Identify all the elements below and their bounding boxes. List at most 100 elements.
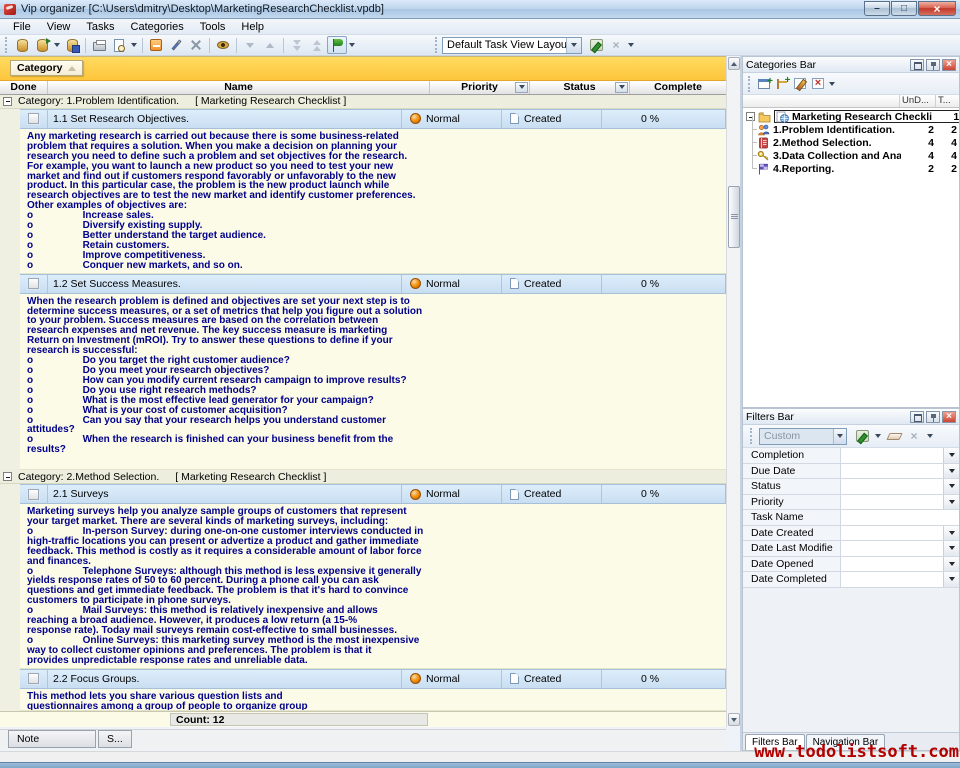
filter-value-input[interactable] — [841, 464, 943, 479]
menu-help[interactable]: Help — [234, 20, 271, 34]
filter-value-input[interactable] — [841, 510, 959, 525]
panel-pin-button[interactable] — [926, 411, 940, 423]
print-dropdown-caret-icon[interactable] — [131, 43, 137, 47]
filter-value-input[interactable] — [841, 495, 943, 510]
new-task-button[interactable] — [146, 36, 166, 54]
column-header-status[interactable]: Status — [530, 81, 630, 94]
filter-dropdown-button[interactable] — [943, 526, 959, 541]
delete-task-button[interactable] — [186, 36, 206, 54]
task-row[interactable]: 2.1 Surveys Normal Created 0 % — [20, 484, 726, 504]
task-row[interactable]: 1.1 Set Research Objectives. Normal Crea… — [20, 109, 726, 129]
tree-root-row[interactable]: Marketing Research Checkli 12 12 — [743, 110, 959, 123]
collapse-group-icon[interactable] — [3, 472, 12, 481]
filter-dropdown-button[interactable] — [943, 479, 959, 494]
menu-categories[interactable]: Categories — [124, 20, 191, 34]
minimize-button[interactable] — [864, 1, 890, 16]
tree-category-row[interactable]: 3.Data Collection and Analy 4 4 — [743, 149, 959, 162]
new-database-button[interactable] — [12, 36, 32, 54]
delete-category-button[interactable] — [809, 76, 827, 92]
column-header-done[interactable]: Done — [0, 81, 48, 94]
delete-layout-button[interactable]: × — [606, 36, 626, 54]
category-group-row[interactable]: Category: 2.Method Selection. [ Marketin… — [0, 470, 726, 484]
filter-value-input[interactable] — [841, 572, 943, 587]
panel-close-button[interactable] — [942, 59, 956, 71]
collapse-tree-icon[interactable] — [746, 112, 755, 121]
task-row[interactable]: 1.2 Set Success Measures. Normal Created… — [20, 274, 726, 294]
filter-preset-combo[interactable]: Custom — [759, 428, 847, 445]
edit-task-button[interactable] — [166, 36, 186, 54]
filter-dropdown-button[interactable] — [943, 557, 959, 572]
menu-tasks[interactable]: Tasks — [79, 20, 121, 34]
task-done-checkbox[interactable] — [28, 278, 39, 289]
status-filter-button[interactable] — [615, 82, 628, 93]
print-button[interactable] — [89, 36, 109, 54]
view-dropdown-caret-icon[interactable] — [349, 43, 355, 47]
tree-category-row[interactable]: 4.Reporting. 2 2 — [743, 162, 959, 175]
filter-dropdown-button[interactable] — [943, 572, 959, 587]
grid-vertical-scrollbar[interactable] — [726, 56, 740, 727]
new-task-list-button[interactable] — [755, 76, 773, 92]
move-down-button[interactable] — [240, 36, 260, 54]
tab-s[interactable]: S... — [98, 730, 132, 748]
group-by-category-button[interactable]: Category — [10, 60, 83, 76]
filter-value-input[interactable] — [841, 557, 943, 572]
filter-dropdown-button[interactable] — [943, 495, 959, 510]
panel-pin-button[interactable] — [926, 59, 940, 71]
panel-restore-button[interactable] — [910, 411, 924, 423]
edit-category-button[interactable] — [791, 76, 809, 92]
filter-dropdown-button[interactable] — [943, 541, 959, 556]
filter-value-input[interactable] — [841, 541, 943, 556]
scrollbar-thumb[interactable] — [728, 186, 740, 248]
filter-dropdown-button[interactable] — [943, 464, 959, 479]
task-row[interactable]: 2.2 Focus Groups. Normal Created 0 % — [20, 669, 726, 689]
save-database-button[interactable] — [62, 36, 82, 54]
save-filter-caret-icon[interactable] — [875, 434, 881, 438]
task-view-button[interactable] — [327, 36, 347, 54]
column-header-name[interactable]: Name — [48, 81, 430, 94]
layout-dropdown-caret-icon[interactable] — [628, 43, 634, 47]
filter-value-input[interactable] — [841, 526, 943, 541]
filters-toolbar-caret-icon[interactable] — [927, 434, 933, 438]
view-task-button[interactable] — [213, 36, 233, 54]
collapse-group-icon[interactable] — [3, 97, 12, 106]
open-database-button[interactable] — [32, 36, 52, 54]
save-filter-button[interactable] — [853, 428, 871, 444]
column-header-complete[interactable]: Complete — [630, 81, 726, 94]
tree-category-row[interactable]: 1.Problem Identification. 2 2 — [743, 123, 959, 136]
task-done-checkbox[interactable] — [28, 113, 39, 124]
save-layout-button[interactable] — [586, 36, 606, 54]
maximize-button[interactable] — [891, 1, 917, 16]
tab-note[interactable]: Note — [8, 730, 96, 748]
task-done-checkbox[interactable] — [28, 489, 39, 500]
tree-category-row[interactable]: 2.Method Selection. 4 4 — [743, 136, 959, 149]
task-name[interactable]: 2.2 Focus Groups. — [48, 670, 402, 688]
filter-value-input[interactable] — [841, 479, 943, 494]
task-name[interactable]: 2.1 Surveys — [48, 485, 402, 503]
delete-filter-button[interactable]: × — [905, 428, 923, 444]
task-done-checkbox[interactable] — [28, 673, 39, 684]
filter-dropdown-button[interactable] — [943, 448, 959, 463]
filter-preset-dropdown[interactable] — [833, 429, 846, 444]
scroll-up-button[interactable] — [728, 57, 740, 70]
task-name[interactable]: 1.2 Set Success Measures. — [48, 275, 402, 293]
scroll-down-button[interactable] — [728, 713, 740, 726]
filter-value-input[interactable] — [841, 448, 943, 463]
new-category-button[interactable] — [773, 76, 791, 92]
categories-toolbar-caret-icon[interactable] — [829, 82, 835, 86]
layout-combo-dropdown[interactable] — [566, 38, 581, 53]
print-preview-button[interactable] — [109, 36, 129, 54]
move-bottom-button[interactable] — [287, 36, 307, 54]
panel-close-button[interactable] — [942, 411, 956, 423]
task-name[interactable]: 1.1 Set Research Objectives. — [48, 110, 402, 128]
open-dropdown-caret-icon[interactable] — [54, 43, 60, 47]
column-total[interactable]: T... — [935, 95, 959, 107]
column-undone[interactable]: UnD... — [899, 95, 935, 107]
menu-file[interactable]: File — [6, 20, 38, 34]
panel-restore-button[interactable] — [910, 59, 924, 71]
category-group-row[interactable]: Category: 1.Problem Identification. [ Ma… — [0, 95, 726, 109]
menu-view[interactable]: View — [40, 20, 78, 34]
column-header-priority[interactable]: Priority — [430, 81, 530, 94]
selected-tasklist[interactable]: Marketing Research Checkli 12 12 — [774, 110, 959, 123]
close-button[interactable] — [918, 1, 956, 16]
priority-filter-button[interactable] — [515, 82, 528, 93]
